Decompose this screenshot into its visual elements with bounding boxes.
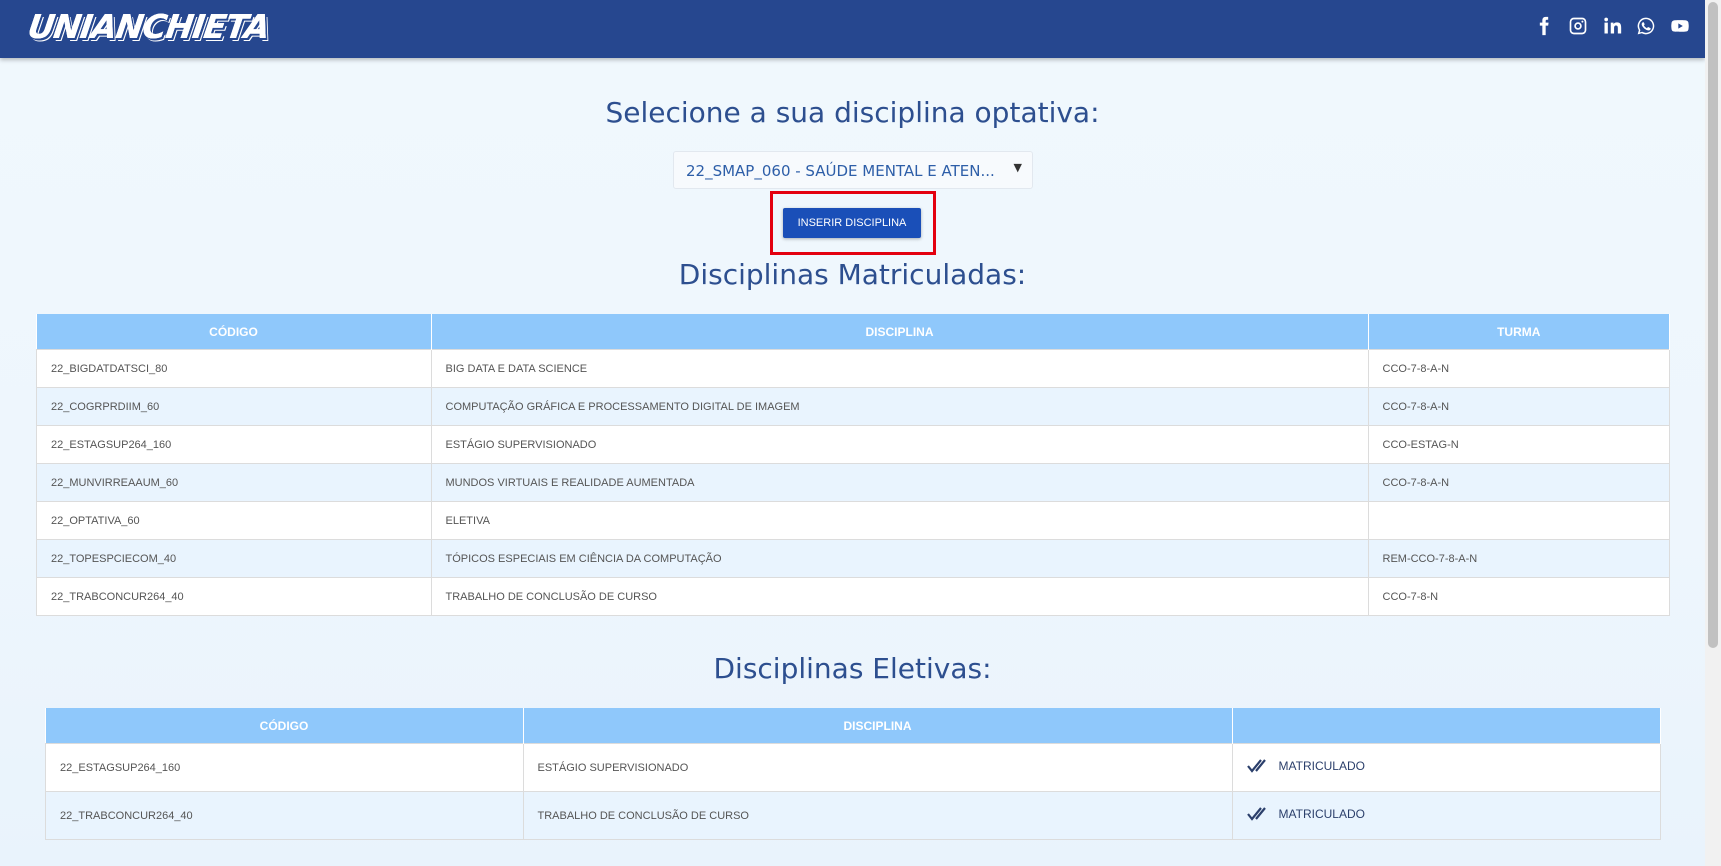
cell-discipline: ESTÁGIO SUPERVISIONADO	[430, 425, 1369, 464]
select-title: Selecione a sua disciplina optativa:	[605, 96, 1100, 129]
cell-code: 22_TRABCONCUR264_40	[36, 577, 432, 616]
table-row: 22_TOPESPCIECOM_40 TÓPICOS ESPECIAIS EM …	[36, 539, 1670, 578]
cell-discipline: ESTÁGIO SUPERVISIONADO	[522, 743, 1233, 792]
header-disciplina: DISCIPLINA	[431, 314, 1369, 350]
double-check-icon	[1246, 759, 1266, 773]
cell-discipline: ELETIVA	[430, 501, 1369, 540]
cell-class: CCO-7-8-N	[1367, 577, 1670, 616]
cell-code: 22_COGRPRDIIM_60	[36, 387, 432, 426]
enrolled-title: Disciplinas Matriculadas:	[678, 258, 1027, 291]
enrolled-table: CÓDIGO DISCIPLINA TURMA 22_BIGDATDATSCI_…	[36, 314, 1670, 616]
cell-code: 22_TOPESPCIECOM_40	[36, 539, 432, 578]
cell-class: CCO-7-8-A-N	[1367, 349, 1670, 388]
cell-code: 22_ESTAGSUP264_160	[45, 743, 524, 792]
linkedin-icon[interactable]	[1601, 14, 1623, 38]
cell-code: 22_BIGDATDATSCI_80	[36, 349, 432, 388]
status-label: MATRICULADO	[1278, 807, 1365, 821]
cell-discipline: TRABALHO DE CONCLUSÃO DE CURSO	[522, 791, 1233, 840]
electives-title: Disciplinas Eletivas:	[713, 652, 992, 685]
vertical-scrollbar[interactable]	[1705, 0, 1721, 866]
whatsapp-icon[interactable]	[1635, 14, 1657, 38]
header-turma: TURMA	[1368, 314, 1670, 350]
header-status	[1232, 708, 1661, 744]
header-codigo: CÓDIGO	[36, 314, 432, 350]
cell-class: REM-CCO-7-8-A-N	[1367, 539, 1670, 578]
table-row: 22_MUNVIRREAAUM_60 MUNDOS VIRTUAIS E REA…	[36, 463, 1670, 502]
top-navbar: UNIANCHIETA	[0, 0, 1705, 58]
table-row: 22_ESTAGSUP264_160 ESTÁGIO SUPERVISIONAD…	[36, 425, 1670, 464]
unianchieta-logo[interactable]: UNIANCHIETA	[25, 5, 271, 49]
cell-code: 22_TRABCONCUR264_40	[45, 791, 524, 840]
select-value: 22_SMAP_060 - SAÚDE MENTAL E ATEN...	[686, 162, 995, 180]
header-codigo: CÓDIGO	[45, 708, 524, 744]
cell-class: CCO-7-8-A-N	[1367, 463, 1670, 502]
enrolled-status: MATRICULADO	[1246, 807, 1365, 821]
cell-discipline: COMPUTAÇÃO GRÁFICA E PROCESSAMENTO DIGIT…	[430, 387, 1369, 426]
table-header-row: CÓDIGO DISCIPLINA	[45, 708, 1661, 744]
table-header-row: CÓDIGO DISCIPLINA TURMA	[36, 314, 1670, 350]
scrollbar-thumb[interactable]	[1708, 2, 1718, 648]
cell-class: CCO-ESTAG-N	[1367, 425, 1670, 464]
table-row: 22_OPTATIVA_60 ELETIVA	[36, 501, 1670, 540]
facebook-icon[interactable]	[1533, 14, 1555, 38]
social-links	[1533, 14, 1691, 38]
electives-table: CÓDIGO DISCIPLINA 22_ESTAGSUP264_160 EST…	[45, 708, 1661, 840]
cell-status: MATRICULADO	[1231, 791, 1661, 840]
cell-code: 22_MUNVIRREAAUM_60	[36, 463, 432, 502]
optional-discipline-select[interactable]: 22_SMAP_060 - SAÚDE MENTAL E ATEN... ▼	[673, 151, 1033, 189]
cell-code: 22_OPTATIVA_60	[36, 501, 432, 540]
cell-discipline: TÓPICOS ESPECIAIS EM CIÊNCIA DA COMPUTAÇ…	[430, 539, 1369, 578]
youtube-icon[interactable]	[1669, 14, 1691, 38]
cell-status: MATRICULADO	[1231, 743, 1661, 792]
cell-discipline: MUNDOS VIRTUAIS E REALIDADE AUMENTADA	[430, 463, 1369, 502]
table-row: 22_TRABCONCUR264_40 TRABALHO DE CONCLUSÃ…	[36, 577, 1670, 616]
table-row: 22_TRABCONCUR264_40 TRABALHO DE CONCLUSÃ…	[45, 791, 1661, 840]
cell-class	[1367, 501, 1670, 540]
cell-code: 22_ESTAGSUP264_160	[36, 425, 432, 464]
cell-discipline: TRABALHO DE CONCLUSÃO DE CURSO	[430, 577, 1369, 616]
cell-discipline: BIG DATA E DATA SCIENCE	[430, 349, 1369, 388]
insert-discipline-button[interactable]: INSERIR DISCIPLINA	[783, 208, 921, 238]
cell-class: CCO-7-8-A-N	[1367, 387, 1670, 426]
table-row: 22_BIGDATDATSCI_80 BIG DATA E DATA SCIEN…	[36, 349, 1670, 388]
header-disciplina: DISCIPLINA	[523, 708, 1233, 744]
enrolled-status: MATRICULADO	[1246, 759, 1365, 773]
status-label: MATRICULADO	[1278, 759, 1365, 773]
instagram-icon[interactable]	[1567, 14, 1589, 38]
table-row: 22_ESTAGSUP264_160 ESTÁGIO SUPERVISIONAD…	[45, 743, 1661, 792]
caret-down-icon: ▼	[1013, 161, 1022, 174]
double-check-icon	[1246, 807, 1266, 821]
table-row: 22_COGRPRDIIM_60 COMPUTAÇÃO GRÁFICA E PR…	[36, 387, 1670, 426]
